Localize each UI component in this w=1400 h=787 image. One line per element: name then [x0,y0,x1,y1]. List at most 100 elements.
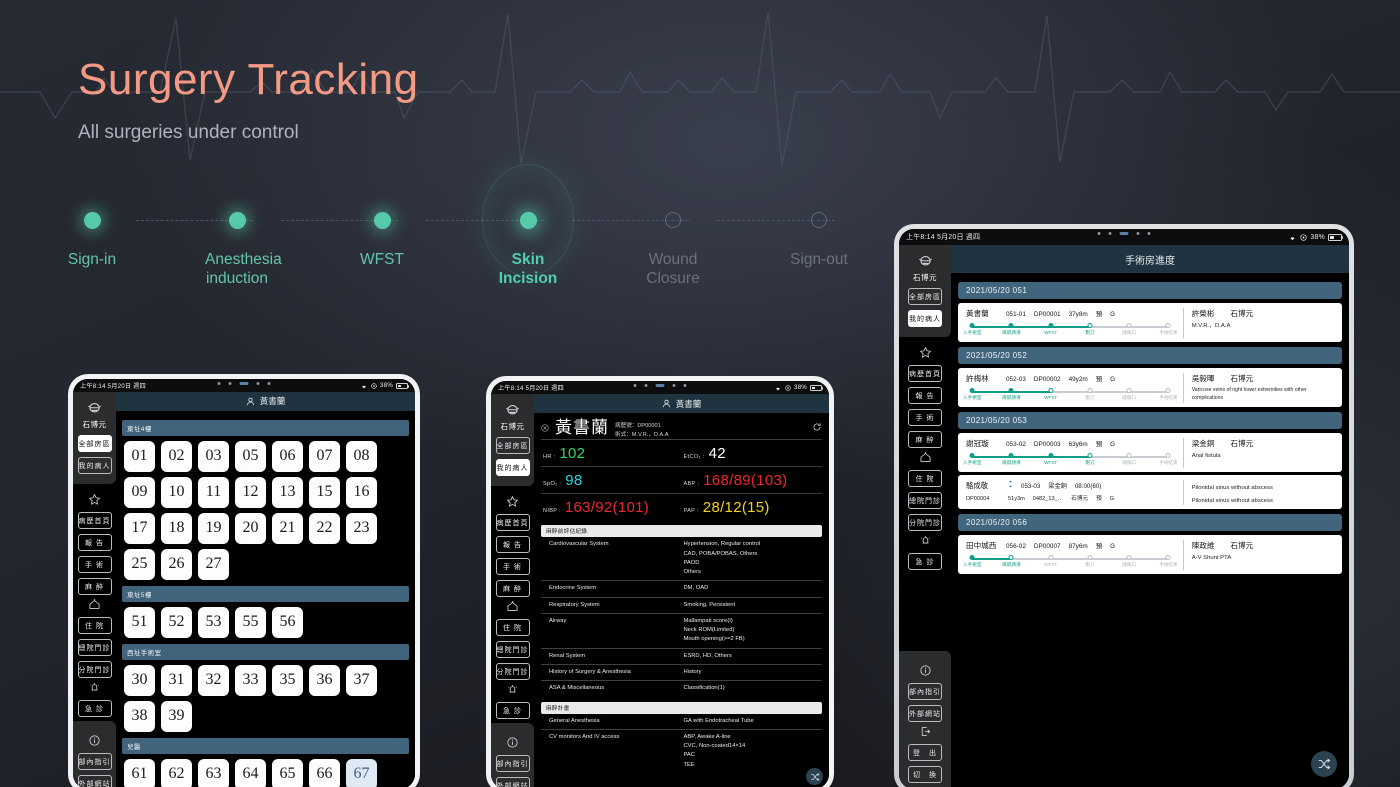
room-button[interactable]: 07 [309,440,340,472]
room-button[interactable]: 09 [124,476,155,508]
case-card[interactable]: 謝冠璇 053-02 DP00003 63y6m 預 G 入手術室 麻醉誘導 WFST 劃刀 縫傷口… [958,433,1342,472]
room-button[interactable]: 16 [346,476,377,508]
room-button[interactable]: 10 [161,476,192,508]
sidebar-item-switch[interactable]: 切 換 [908,766,942,783]
room-button[interactable]: 22 [309,512,340,544]
room-button[interactable]: 62 [161,758,192,787]
room-button[interactable]: 20 [235,512,266,544]
sidebar-item-分院門診[interactable]: 分院門診 [495,663,530,680]
progress-point[interactable] [1165,555,1171,561]
room-button[interactable]: 13 [272,476,303,508]
room-button[interactable]: 56 [272,606,303,638]
progress-point[interactable] [1008,323,1014,328]
progress-point[interactable] [1165,323,1171,328]
room-button[interactable]: 11 [198,476,229,508]
progress-point[interactable] [1165,388,1171,393]
case-card[interactable]: 駱成敬 053-03 梁金銅 08:00(60) DP00004 51y3m 0482_13… [958,475,1342,510]
stepper-step-sign-out[interactable]: Sign-out [787,198,851,269]
room-button[interactable]: 51 [124,606,155,638]
sidebar-item-外部網站[interactable]: 外部網站 [495,777,530,787]
sidebar-item-my-patients[interactable]: 我的病人 [77,457,112,474]
sidebar-item-logout[interactable]: 登 出 [908,744,942,761]
room-button[interactable]: 21 [272,512,303,544]
sidebar-item-住院[interactable]: 住 院 [908,470,942,487]
sidebar-item-病歷首頁[interactable]: 病歷首頁 [908,365,942,382]
shuffle-button-right[interactable] [1311,751,1337,777]
room-button[interactable]: 61 [124,758,155,787]
progress-point[interactable] [1048,323,1054,328]
room-button[interactable]: 18 [161,512,192,544]
room-button[interactable]: 27 [198,548,229,580]
room-button[interactable]: 37 [346,664,377,696]
room-button[interactable]: 36 [309,664,340,696]
sidebar-item-手術[interactable]: 手 術 [77,556,112,573]
day-header[interactable]: 2021/05/20 056 [958,514,1342,532]
case-card[interactable]: 田中城西 056-02 DP00007 87y6m 預 G 入手術室 麻醉誘導 WFST 劃刀 縫傷… [958,535,1342,575]
case-card[interactable]: 許梅林 052-03 DP00002 49y2m 預 G 入手術室 麻醉誘導 WFST 劃刀 縫傷口… [958,368,1342,407]
progress-point[interactable] [1165,453,1171,458]
refresh-icon[interactable] [812,422,822,432]
stepper-step-wound-closure[interactable]: Wound Closure [641,198,705,289]
stepper-step-sign-in[interactable]: Sign-in [60,198,124,269]
sidebar-item-麻醉[interactable]: 麻 醉 [495,580,530,597]
room-button[interactable]: 63 [198,758,229,787]
sidebar-item-總院門診[interactable]: 總院門診 [495,641,530,658]
progress-point[interactable] [1048,388,1054,393]
room-button[interactable]: 03 [198,440,229,472]
sidebar-item-emergency[interactable]: 急 診 [908,553,942,570]
progress-point[interactable] [1126,555,1132,561]
day-header[interactable]: 2021/05/20 051 [958,282,1342,299]
sidebar-item-報告[interactable]: 報 告 [908,387,942,404]
sidebar-item-all-wards[interactable]: 全部房區 [495,437,530,454]
room-button[interactable]: 65 [272,758,303,787]
progress-point[interactable] [1048,453,1054,458]
room-button[interactable]: 08 [346,440,377,472]
close-icon[interactable] [541,424,549,432]
room-button[interactable]: 32 [198,664,229,696]
sidebar-item-部內指引[interactable]: 部內指引 [77,753,112,770]
room-button[interactable]: 38 [124,700,155,732]
room-button[interactable]: 06 [272,440,303,472]
progress-point[interactable] [1126,453,1132,458]
progress-point[interactable] [1008,453,1014,458]
sidebar-item-病歷首頁[interactable]: 病歷首頁 [495,514,530,531]
stepper-step-anesthesia-induction[interactable]: Anesthesia induction [205,198,282,289]
sidebar-item-報告[interactable]: 報 告 [77,534,112,551]
stepper-step-skin-incision[interactable]: Skin Incision [482,164,574,289]
room-button[interactable]: 19 [198,512,229,544]
sidebar-item-all-wards[interactable]: 全部房區 [908,288,942,305]
room-button[interactable]: 66 [309,758,340,787]
progress-point[interactable] [969,453,975,458]
room-button[interactable]: 05 [235,440,266,472]
room-button[interactable]: 31 [161,664,192,696]
day-header[interactable]: 2021/05/20 053 [958,412,1342,429]
room-button[interactable]: 52 [161,606,192,638]
progress-point[interactable] [1126,388,1132,393]
room-button[interactable]: 39 [161,700,192,732]
sidebar-item-emergency[interactable]: 急 診 [495,702,530,719]
day-header[interactable]: 2021/05/20 052 [958,347,1342,364]
progress-point[interactable] [1126,323,1132,328]
sidebar-item-部內指引[interactable]: 部內指引 [495,755,530,772]
sidebar-item-總院門診[interactable]: 總院門診 [77,639,112,656]
progress-point[interactable] [1048,555,1054,561]
progress-point[interactable] [1008,555,1014,561]
sidebar-item-麻醉[interactable]: 麻 醉 [77,578,112,595]
sidebar-item-外部網站[interactable]: 外部網站 [908,705,942,722]
sidebar-item-分院門診[interactable]: 分院門診 [908,514,942,531]
room-button[interactable]: 30 [124,664,155,696]
room-button[interactable]: 35 [272,664,303,696]
progress-point[interactable] [969,388,975,393]
room-button[interactable]: 01 [124,440,155,472]
case-card[interactable]: 黃書蘭 051-01 DP00001 37y8m 預 G 入手術室 麻醉誘導 WFST 劃刀 縫傷口… [958,303,1342,342]
sidebar-item-all-wards[interactable]: 全部房區 [77,435,112,452]
sidebar-item-手術[interactable]: 手 術 [495,558,530,575]
room-button[interactable]: 26 [161,548,192,580]
room-button[interactable]: 53 [198,606,229,638]
room-button[interactable]: 17 [124,512,155,544]
room-button[interactable]: 12 [235,476,266,508]
sidebar-item-my-patients[interactable]: 我的病人 [495,459,530,476]
shuffle-button[interactable] [806,768,823,785]
progress-point[interactable] [1087,555,1093,561]
sidebar-item-住院[interactable]: 住 院 [77,617,112,634]
